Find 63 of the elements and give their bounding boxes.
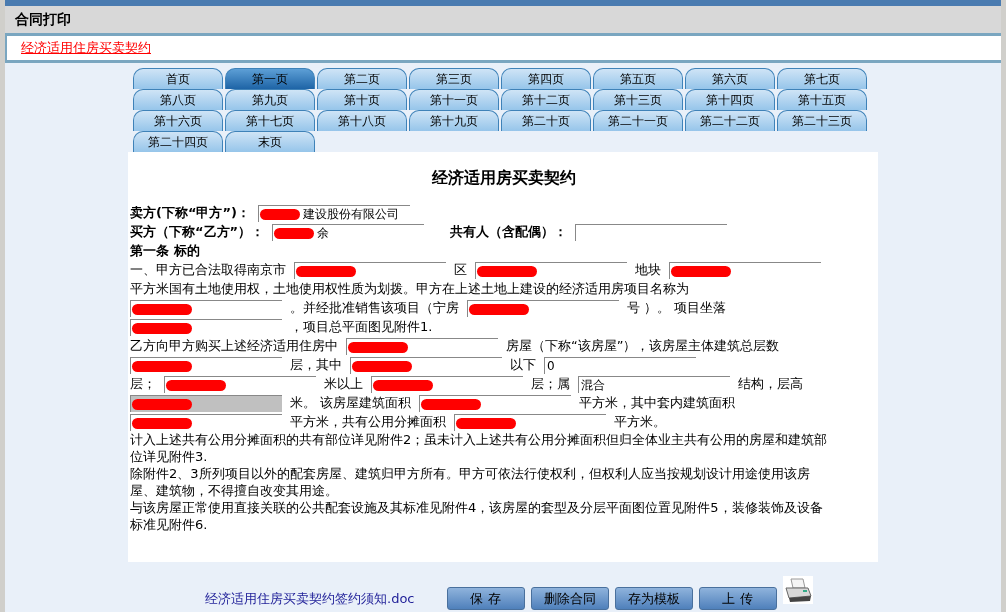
page-tab[interactable]: 第十页 [317, 89, 407, 110]
document-link[interactable]: 经济适用住房买卖契约签约须知.doc [205, 590, 415, 608]
page-tab[interactable]: 第六页 [685, 68, 775, 89]
page-tab[interactable]: 第二十三页 [777, 110, 867, 131]
page-tab[interactable]: 第十七页 [225, 110, 315, 131]
sentence-text: 平方米，共有公用分摊面积 [290, 413, 446, 431]
sentence-text: 平方米国有土地使用权，土地使用权性质为划拨。甲方在上述土地上建设的经济适用房项目名称为 [130, 280, 689, 298]
page-tab[interactable]: 第二十页 [501, 110, 591, 131]
page-tab[interactable]: 第二十二页 [685, 110, 775, 131]
sentence-text: 一、甲方已合法取得南京市 [130, 261, 286, 279]
page-tab[interactable]: 第四页 [501, 68, 591, 89]
sentence-text: 以下 [510, 356, 536, 374]
page-tab[interactable]: 第十四页 [685, 89, 775, 110]
sentence-text: 平方米。 [614, 413, 666, 431]
page-tab[interactable]: 第十一页 [409, 89, 499, 110]
sentence-text: 层；属 [531, 375, 570, 393]
page-tab[interactable]: 第十八页 [317, 110, 407, 131]
page-tab[interactable]: 第十六页 [133, 110, 223, 131]
paragraph-text: 除附件2、3所列项目以外的配套房屋、建筑归甲方所有。甲方可依法行使权利，但权利人应当按规划设计用途使用该房屋、建筑物，不得擅自改变其用途。 [130, 465, 811, 499]
label-text: 第一条 标的 [130, 242, 200, 260]
page-tab[interactable]: 第二十一页 [593, 110, 683, 131]
sentence-text: 层； [130, 375, 156, 393]
page-tab[interactable]: 第五页 [593, 68, 683, 89]
page-tab[interactable]: 末页 [225, 131, 315, 152]
page-tab[interactable]: 第十九页 [409, 110, 499, 131]
page-tab[interactable]: 第九页 [225, 89, 315, 110]
sentence-text: 号 ）。 项目坐落 [627, 299, 727, 317]
sentence-text: 房屋（下称“该房屋”），该房屋主体建筑总层数 [506, 337, 780, 355]
label-text: 共有人（含配偶）： [450, 223, 568, 241]
action-button[interactable]: 上 传 [698, 587, 777, 610]
contract-link[interactable]: 经济适用住房买卖契约 [21, 39, 151, 57]
page-tab[interactable]: 首页 [133, 68, 223, 89]
page-tab[interactable]: 第十二页 [501, 89, 591, 110]
action-button[interactable]: 删除合同 [530, 587, 609, 610]
page-tab[interactable]: 第八页 [133, 89, 223, 110]
page-tab[interactable]: 第三页 [409, 68, 499, 89]
printer-icon[interactable] [782, 576, 813, 604]
page-tab[interactable]: 第一页 [225, 68, 315, 89]
sentence-text: 米。 该房屋建筑面积 [290, 394, 412, 412]
paragraph-text: 计入上述共有公用分摊面积的共有部位详见附件2；虽未计入上述共有公用分摊面积但归全体业主共有公用的房屋和建筑部位详见附件3. [130, 431, 828, 465]
label-text: 卖方(下称“甲方”)： [130, 204, 250, 222]
input-field[interactable]: 混合 [578, 376, 730, 393]
sentence-text: 区 [454, 261, 467, 279]
paragraph-text: 与该房屋正常使用直接关联的公共配套设施及其标准见附件4，该房屋的套型及分层平面图位置见附件5，装修装饰及设备标准见附件6. [130, 499, 824, 533]
action-button[interactable]: 存为模板 [614, 587, 693, 610]
page-tab[interactable]: 第二十四页 [133, 131, 223, 152]
page-tab[interactable]: 第十三页 [593, 89, 683, 110]
label-text: 买方（下称“乙方”）： [130, 223, 265, 241]
page-tab[interactable]: 第七页 [777, 68, 867, 89]
input-field[interactable]: 0 [544, 357, 696, 374]
sentence-text: ，项目总平面图见附件1. [290, 318, 433, 336]
sentence-text: 地块 [635, 261, 661, 279]
action-button[interactable]: 保 存 [446, 587, 525, 610]
sentence-text: 。并经批准销售该项目（宁房 [290, 299, 459, 317]
sentence-text: 层，其中 [290, 356, 342, 374]
document-title: 经济适用房买卖契约 [431, 168, 577, 189]
page-tab[interactable]: 第十五页 [777, 89, 867, 110]
window-title: 合同打印 [15, 10, 71, 29]
sentence-text: 米以上 [324, 375, 363, 393]
sentence-text: 平方米，其中套内建筑面积 [579, 394, 736, 412]
sentence-text: 结构，层高 [738, 375, 803, 393]
page-tab[interactable]: 第二页 [317, 68, 407, 89]
sentence-text: 乙方向甲方购买上述经济适用住房中 [130, 337, 338, 355]
